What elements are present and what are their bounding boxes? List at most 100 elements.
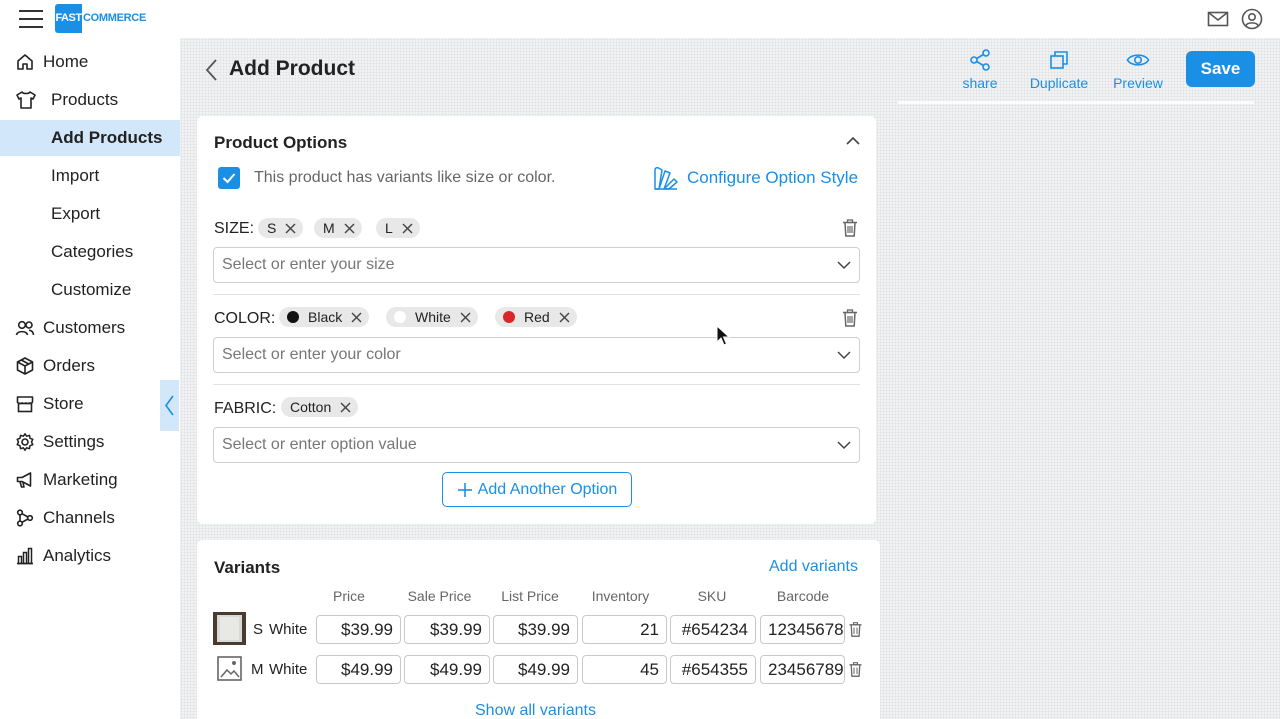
variant-size: S <box>253 621 264 638</box>
duplicate-label: Duplicate <box>1029 75 1089 91</box>
divider <box>213 294 860 295</box>
chip-label: Black <box>308 309 343 325</box>
close-icon[interactable] <box>559 312 570 323</box>
chip-label: White <box>415 309 451 325</box>
account-icon[interactable] <box>1241 8 1263 30</box>
option-value-chip: M <box>314 218 362 238</box>
variant-color: White <box>269 621 308 638</box>
close-icon[interactable] <box>344 223 355 234</box>
sidebar-item-products[interactable]: Products <box>0 82 180 118</box>
swatch-book-icon <box>654 166 678 190</box>
sidebar-item-label: Orders <box>43 356 95 375</box>
sidebar-item-label: Products <box>51 90 119 109</box>
color-swatch <box>287 311 299 323</box>
chevron-up-icon[interactable] <box>845 135 861 147</box>
sidebar-item-import[interactable]: Import <box>0 158 180 194</box>
product-options-card: Product Options This product has variant… <box>197 116 876 524</box>
box-icon <box>15 356 35 376</box>
mail-icon[interactable] <box>1207 8 1229 30</box>
megaphone-icon <box>15 470 35 490</box>
back-icon[interactable] <box>204 58 220 82</box>
configure-option-style-link[interactable]: Configure Option Style <box>652 165 858 191</box>
sidebar-item-home[interactable]: Home <box>0 44 180 80</box>
sidebar-item-store[interactable]: Store <box>0 386 180 422</box>
analytics-icon <box>15 546 35 566</box>
sidebar-collapse-button[interactable] <box>160 380 179 431</box>
sidebar-item-orders[interactable]: Orders <box>0 348 180 384</box>
inventory-input[interactable]: 21 <box>582 615 667 644</box>
chevron-down-icon <box>837 261 851 270</box>
close-icon[interactable] <box>351 312 362 323</box>
list-price-input[interactable]: $49.99 <box>493 655 578 684</box>
sidebar-item-channels[interactable]: Channels <box>0 500 180 536</box>
sidebar-item-label: Categories <box>51 242 134 261</box>
option-value-chip: Red <box>495 307 577 327</box>
color-select[interactable]: Select or enter your color <box>213 337 860 373</box>
size-select[interactable]: Select or enter your size <box>213 247 860 283</box>
barcode-input[interactable]: 12345678 <box>760 615 845 644</box>
close-icon[interactable] <box>460 312 471 323</box>
close-icon[interactable] <box>402 223 413 234</box>
mouse-cursor-icon <box>716 325 730 347</box>
channels-icon <box>15 508 35 528</box>
menu-icon[interactable] <box>18 7 44 31</box>
save-button[interactable]: Save <box>1186 51 1255 87</box>
option-value-chip: Black <box>279 307 370 327</box>
sidebar-item-analytics[interactable]: Analytics <box>0 538 180 574</box>
product-options-title: Product Options <box>214 133 348 152</box>
sale-price-input[interactable]: $49.99 <box>404 655 490 684</box>
shirt-icon <box>15 90 37 110</box>
price-input[interactable]: $39.99 <box>316 615 401 644</box>
sidebar-item-label: Customize <box>51 280 132 299</box>
add-another-option-label: Add Another Option <box>477 480 618 498</box>
sidebar-item-customize[interactable]: Customize <box>0 272 180 308</box>
trash-icon[interactable] <box>842 219 858 237</box>
divider <box>213 384 860 385</box>
variants-checkbox-label: This product has variants like size or c… <box>254 169 556 186</box>
duplicate-icon <box>1050 51 1068 69</box>
variants-checkbox[interactable] <box>218 167 240 189</box>
barcode-input[interactable]: 23456789 <box>760 655 845 684</box>
add-another-option-button[interactable]: Add Another Option <box>442 472 632 507</box>
variant-image[interactable] <box>213 612 246 645</box>
sidebar-item-label: Settings <box>43 432 105 451</box>
close-icon[interactable] <box>340 402 351 413</box>
app-logo[interactable]: FAST COMMERCE <box>55 4 149 33</box>
fabric-select[interactable]: Select or enter option value <box>213 427 860 463</box>
duplicate-button[interactable]: Duplicate <box>1026 48 1092 94</box>
plus-icon <box>457 482 472 497</box>
sale-price-input[interactable]: $39.99 <box>404 615 490 644</box>
sidebar-item-marketing[interactable]: Marketing <box>0 462 180 498</box>
eye-icon <box>1126 54 1150 66</box>
sku-input[interactable]: #654355 <box>670 655 756 684</box>
chip-label: L <box>385 220 393 236</box>
sidebar-item-categories[interactable]: Categories <box>0 234 180 270</box>
share-button[interactable]: share <box>958 48 1002 94</box>
trash-icon[interactable] <box>849 662 862 677</box>
sidebar-item-customers[interactable]: Customers <box>0 310 180 346</box>
sku-input[interactable]: #654234 <box>670 615 756 644</box>
show-all-variants-link[interactable]: Show all variants <box>475 702 596 719</box>
sidebar-item-label: Import <box>51 166 100 185</box>
trash-icon[interactable] <box>842 309 858 327</box>
column-header-sku: SKU <box>697 588 727 604</box>
sidebar-item-label: Home <box>43 52 89 71</box>
price-input[interactable]: $49.99 <box>316 655 401 684</box>
chip-label: S <box>267 220 277 236</box>
image-placeholder-icon[interactable] <box>213 653 246 686</box>
add-variants-link[interactable]: Add variants <box>769 558 858 576</box>
sidebar-item-add-products[interactable]: Add Products <box>0 120 180 156</box>
sidebar-item-export[interactable]: Export <box>0 196 180 232</box>
column-header-price: Price <box>333 588 365 604</box>
preview-button[interactable]: Preview <box>1110 48 1166 94</box>
color-swatch <box>394 311 406 323</box>
list-price-input[interactable]: $39.99 <box>493 615 578 644</box>
sidebar-item-label: Export <box>51 204 101 223</box>
page-header: Add Product share Duplicate Preview Save <box>180 38 1280 102</box>
sidebar-item-settings[interactable]: Settings <box>0 424 180 460</box>
inventory-input[interactable]: 45 <box>582 655 667 684</box>
trash-icon[interactable] <box>849 622 862 637</box>
chevron-down-icon <box>837 441 851 450</box>
close-icon[interactable] <box>285 223 296 234</box>
color-select-placeholder: Select or enter your color <box>222 346 401 363</box>
